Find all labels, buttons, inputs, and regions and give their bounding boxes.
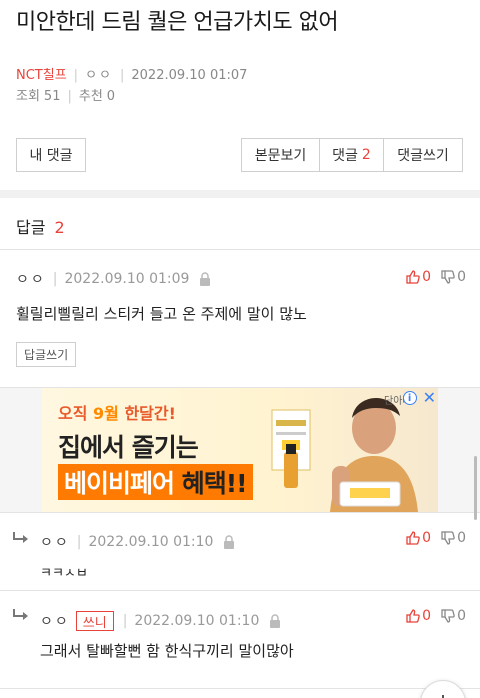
replies-count: 2 (54, 218, 65, 237)
post-author[interactable]: ㅇㅇ (85, 67, 113, 85)
product-image (268, 406, 314, 500)
divider (0, 688, 480, 689)
reply-arrow-icon (12, 530, 30, 544)
comment-text: 휠릴리삘릴리 스티커 들고 온 주제에 말이 많노 (16, 305, 307, 323)
downvote-count: 0 (457, 608, 466, 624)
write-comment-button[interactable]: 댓글쓰기 (384, 139, 462, 171)
ad-text: 혜택!! (174, 469, 248, 498)
separator: | (52, 271, 58, 287)
comments-count: 2 (361, 147, 371, 163)
comments-button[interactable]: 댓글 2 (320, 139, 384, 171)
comment-actions-group: 본문보기 댓글 2 댓글쓰기 (241, 138, 463, 172)
post-title: 미안한데 드림 퀄은 언급가치도 없어 (16, 10, 339, 35)
comments-label: 댓글 (332, 148, 358, 164)
lock-icon (223, 535, 235, 549)
comment-datetime: 2022.09.10 01:09 (64, 271, 190, 287)
upvote-button[interactable]: 0 (406, 608, 431, 624)
separator: | (67, 89, 72, 104)
comment-text: 그래서 탈빠할뻔 함 한식구끼리 말이많아 (40, 642, 294, 660)
ad-headline-small: 오직 9월 한달간! (58, 400, 176, 424)
ad-info-icon[interactable]: i (402, 391, 417, 405)
comment-text: ㅋㅋㅅㅂ (40, 566, 88, 576)
downvote-button[interactable]: 0 (441, 269, 466, 285)
ad-banner[interactable]: 오직 9월 한달간! 집에서 즐기는 베이비페어 혜택!! 단아빠 i ✕ (0, 388, 480, 512)
plus-icon (435, 693, 451, 698)
my-comments-button[interactable]: 내 댓글 (16, 138, 86, 172)
replies-label: 답글 (16, 218, 46, 237)
post-datetime: 2022.09.10 01:07 (131, 68, 248, 83)
ad-text: 오직 (58, 404, 94, 423)
lock-icon (269, 614, 281, 628)
ad-text-highlight: 9월 (93, 404, 119, 423)
comment-votes: 0 0 (406, 528, 466, 548)
thumbs-up-icon (406, 609, 420, 623)
ad-headline: 집에서 즐기는 (58, 433, 199, 462)
reply-write-button[interactable]: 답글쓰기 (16, 342, 77, 367)
view-post-button[interactable]: 본문보기 (242, 139, 320, 171)
comment-meta: ㅇㅇ | 2022.09.10 01:10 (40, 532, 235, 552)
downvote-count: 0 (457, 269, 466, 285)
ad-creative[interactable]: 오직 9월 한달간! 집에서 즐기는 베이비페어 혜택!! 단아빠 (42, 388, 438, 512)
divider (0, 249, 480, 250)
section-divider (0, 190, 480, 198)
recommend-label: 추천 (78, 89, 103, 104)
comment-votes: 0 0 (406, 606, 466, 626)
ad-text: 베이비페어 (64, 469, 175, 498)
board-name[interactable]: NCT칠프 (16, 67, 67, 85)
views-label: 조회 (16, 89, 40, 104)
divider (0, 590, 480, 591)
comment-author[interactable]: ㅇㅇ (40, 532, 70, 552)
thumbs-down-icon (441, 270, 455, 284)
upvote-count: 0 (422, 530, 432, 546)
post-meta: NCT칠프 | ㅇㅇ | 2022.09.10 01:07 (16, 67, 247, 85)
separator: | (122, 613, 128, 629)
post-stats: 조회 51 | 추천 0 (16, 88, 115, 106)
comment-meta: ㅇㅇ | 2022.09.10 01:09 (16, 269, 211, 289)
thumbs-down-icon (441, 531, 455, 545)
comment-author[interactable]: ㅇㅇ (16, 269, 46, 289)
downvote-button[interactable]: 0 (441, 530, 466, 546)
upvote-button[interactable]: 0 (406, 530, 431, 546)
comment-meta: ㅇㅇ 쓰니 | 2022.09.10 01:10 (40, 611, 281, 631)
author-badge: 쓰니 (75, 611, 114, 631)
ad-headline-highlight: 베이비페어 혜택!! (58, 464, 253, 500)
ad-text: 한달간! (118, 404, 176, 423)
views-count: 51 (43, 89, 61, 104)
downvote-button[interactable]: 0 (441, 608, 466, 624)
replies-header: 답글 2 (16, 214, 65, 238)
ad-close-icon[interactable]: ✕ (423, 390, 436, 406)
ad-controls: i ✕ (402, 390, 436, 406)
ad-person-image (310, 388, 438, 512)
comment-datetime: 2022.09.10 01:10 (88, 534, 214, 550)
lock-icon (199, 272, 211, 286)
floating-action-button[interactable] (420, 680, 466, 698)
upvote-count: 0 (422, 269, 432, 285)
separator: | (76, 534, 82, 550)
separator: | (73, 68, 79, 83)
divider (0, 512, 480, 513)
upvote-count: 0 (422, 608, 432, 624)
reply-arrow-icon (12, 607, 30, 621)
upvote-button[interactable]: 0 (406, 269, 431, 285)
scrollbar[interactable] (474, 456, 477, 520)
thumbs-up-icon (406, 531, 420, 545)
comment-votes: 0 0 (406, 267, 466, 287)
comment-author[interactable]: ㅇㅇ (40, 611, 70, 631)
downvote-count: 0 (457, 530, 466, 546)
thumbs-up-icon (406, 270, 420, 284)
comment-datetime: 2022.09.10 01:10 (134, 613, 260, 629)
thumbs-down-icon (441, 609, 455, 623)
recommend-count: 0 (106, 89, 116, 104)
separator: | (119, 68, 125, 83)
